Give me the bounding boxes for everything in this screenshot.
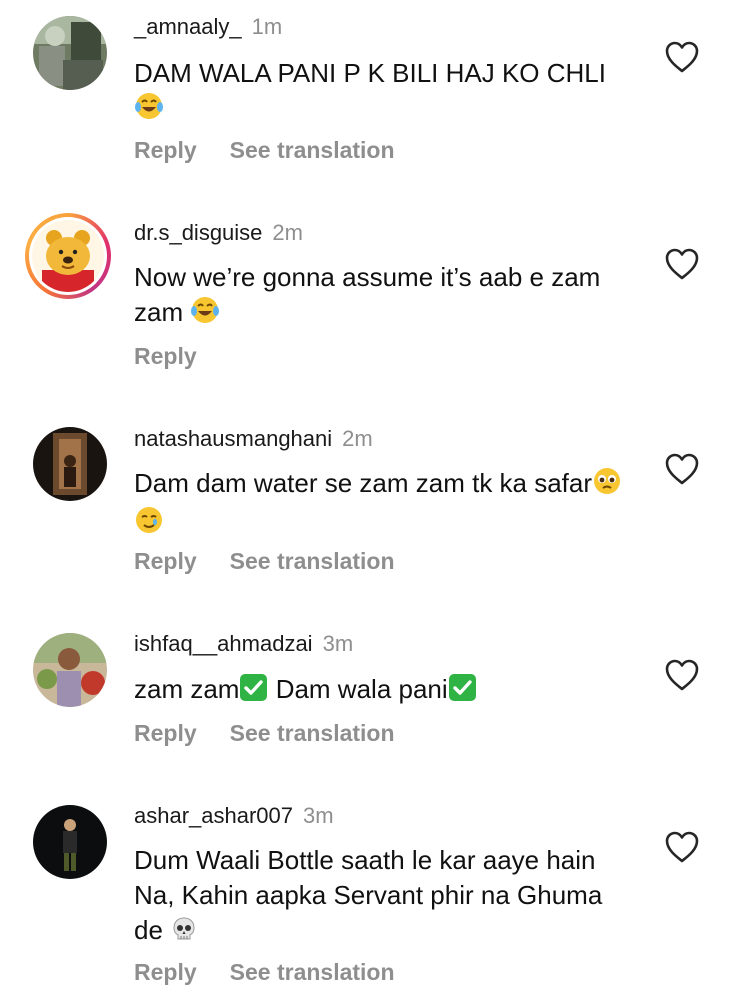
check-mark-button-emoji xyxy=(448,673,477,711)
comment-text: DAM WALA PANI P K BILI HAJ KO CHLI xyxy=(134,56,634,130)
username[interactable]: ashar_ashar007 xyxy=(134,803,293,828)
heart-outline-icon[interactable] xyxy=(664,247,700,281)
story-ring[interactable] xyxy=(25,213,111,299)
comment-body: DAM WALA PANI P K BILI HAJ KO CHLI xyxy=(134,58,606,88)
see-translation-button[interactable]: See translation xyxy=(230,548,395,574)
comment-text: Dam dam water se zam zam tk ka safar xyxy=(134,466,634,544)
comment-text: Dum Waali Bottle saath le kar aaye hain … xyxy=(134,843,614,952)
heart-outline-icon[interactable] xyxy=(664,658,700,692)
comment-body: Dam dam water se zam zam tk ka safar xyxy=(134,468,593,498)
comment-text: zam zam Dam wala pani xyxy=(134,672,634,711)
reply-button[interactable]: Reply xyxy=(134,343,197,369)
reply-button[interactable]: Reply xyxy=(134,548,197,574)
face-with-tears-of-joy-emoji xyxy=(190,295,220,334)
heart-outline-icon[interactable] xyxy=(664,452,700,486)
comment-time: 3m xyxy=(322,631,354,656)
see-translation-button[interactable]: See translation xyxy=(230,137,395,163)
comment-body-part2: Dam wala pani xyxy=(268,674,448,704)
see-translation-button[interactable]: See translation xyxy=(230,720,395,746)
comment-time: 3m xyxy=(303,803,334,828)
reply-button[interactable]: Reply xyxy=(134,720,197,746)
username[interactable]: natashausmanghani xyxy=(134,426,332,451)
avatar[interactable] xyxy=(33,427,107,501)
avatar[interactable] xyxy=(33,16,107,90)
heart-outline-icon[interactable] xyxy=(664,40,700,74)
face-holding-back-tears-emoji xyxy=(592,466,622,505)
heart-outline-icon[interactable] xyxy=(664,830,700,864)
smiling-face-with-tear-emoji xyxy=(134,505,164,544)
reply-button[interactable]: Reply xyxy=(134,137,197,163)
comment-time: 1m xyxy=(251,14,283,39)
check-mark-button-emoji xyxy=(239,673,268,711)
avatar[interactable] xyxy=(33,805,107,879)
username[interactable]: dr.s_disguise xyxy=(134,220,262,245)
username[interactable]: ishfaq__ahmadzai xyxy=(134,631,313,656)
username[interactable]: _amnaaly_ xyxy=(134,14,242,39)
avatar[interactable] xyxy=(33,633,107,707)
avatar xyxy=(32,220,104,292)
skull-emoji xyxy=(170,915,198,952)
comment-time: 2m xyxy=(272,220,303,245)
reply-button[interactable]: Reply xyxy=(134,959,197,985)
comment-body-part1: zam zam xyxy=(134,674,240,704)
face-with-tears-of-joy-emoji xyxy=(134,91,164,130)
see-translation-button[interactable]: See translation xyxy=(230,959,395,985)
comment-body: Dum Waali Bottle saath le kar aaye hain … xyxy=(134,845,603,945)
comment-text: Now we’re gonna assume it’s aab e zam za… xyxy=(134,260,634,334)
comment-time: 2m xyxy=(342,426,373,451)
